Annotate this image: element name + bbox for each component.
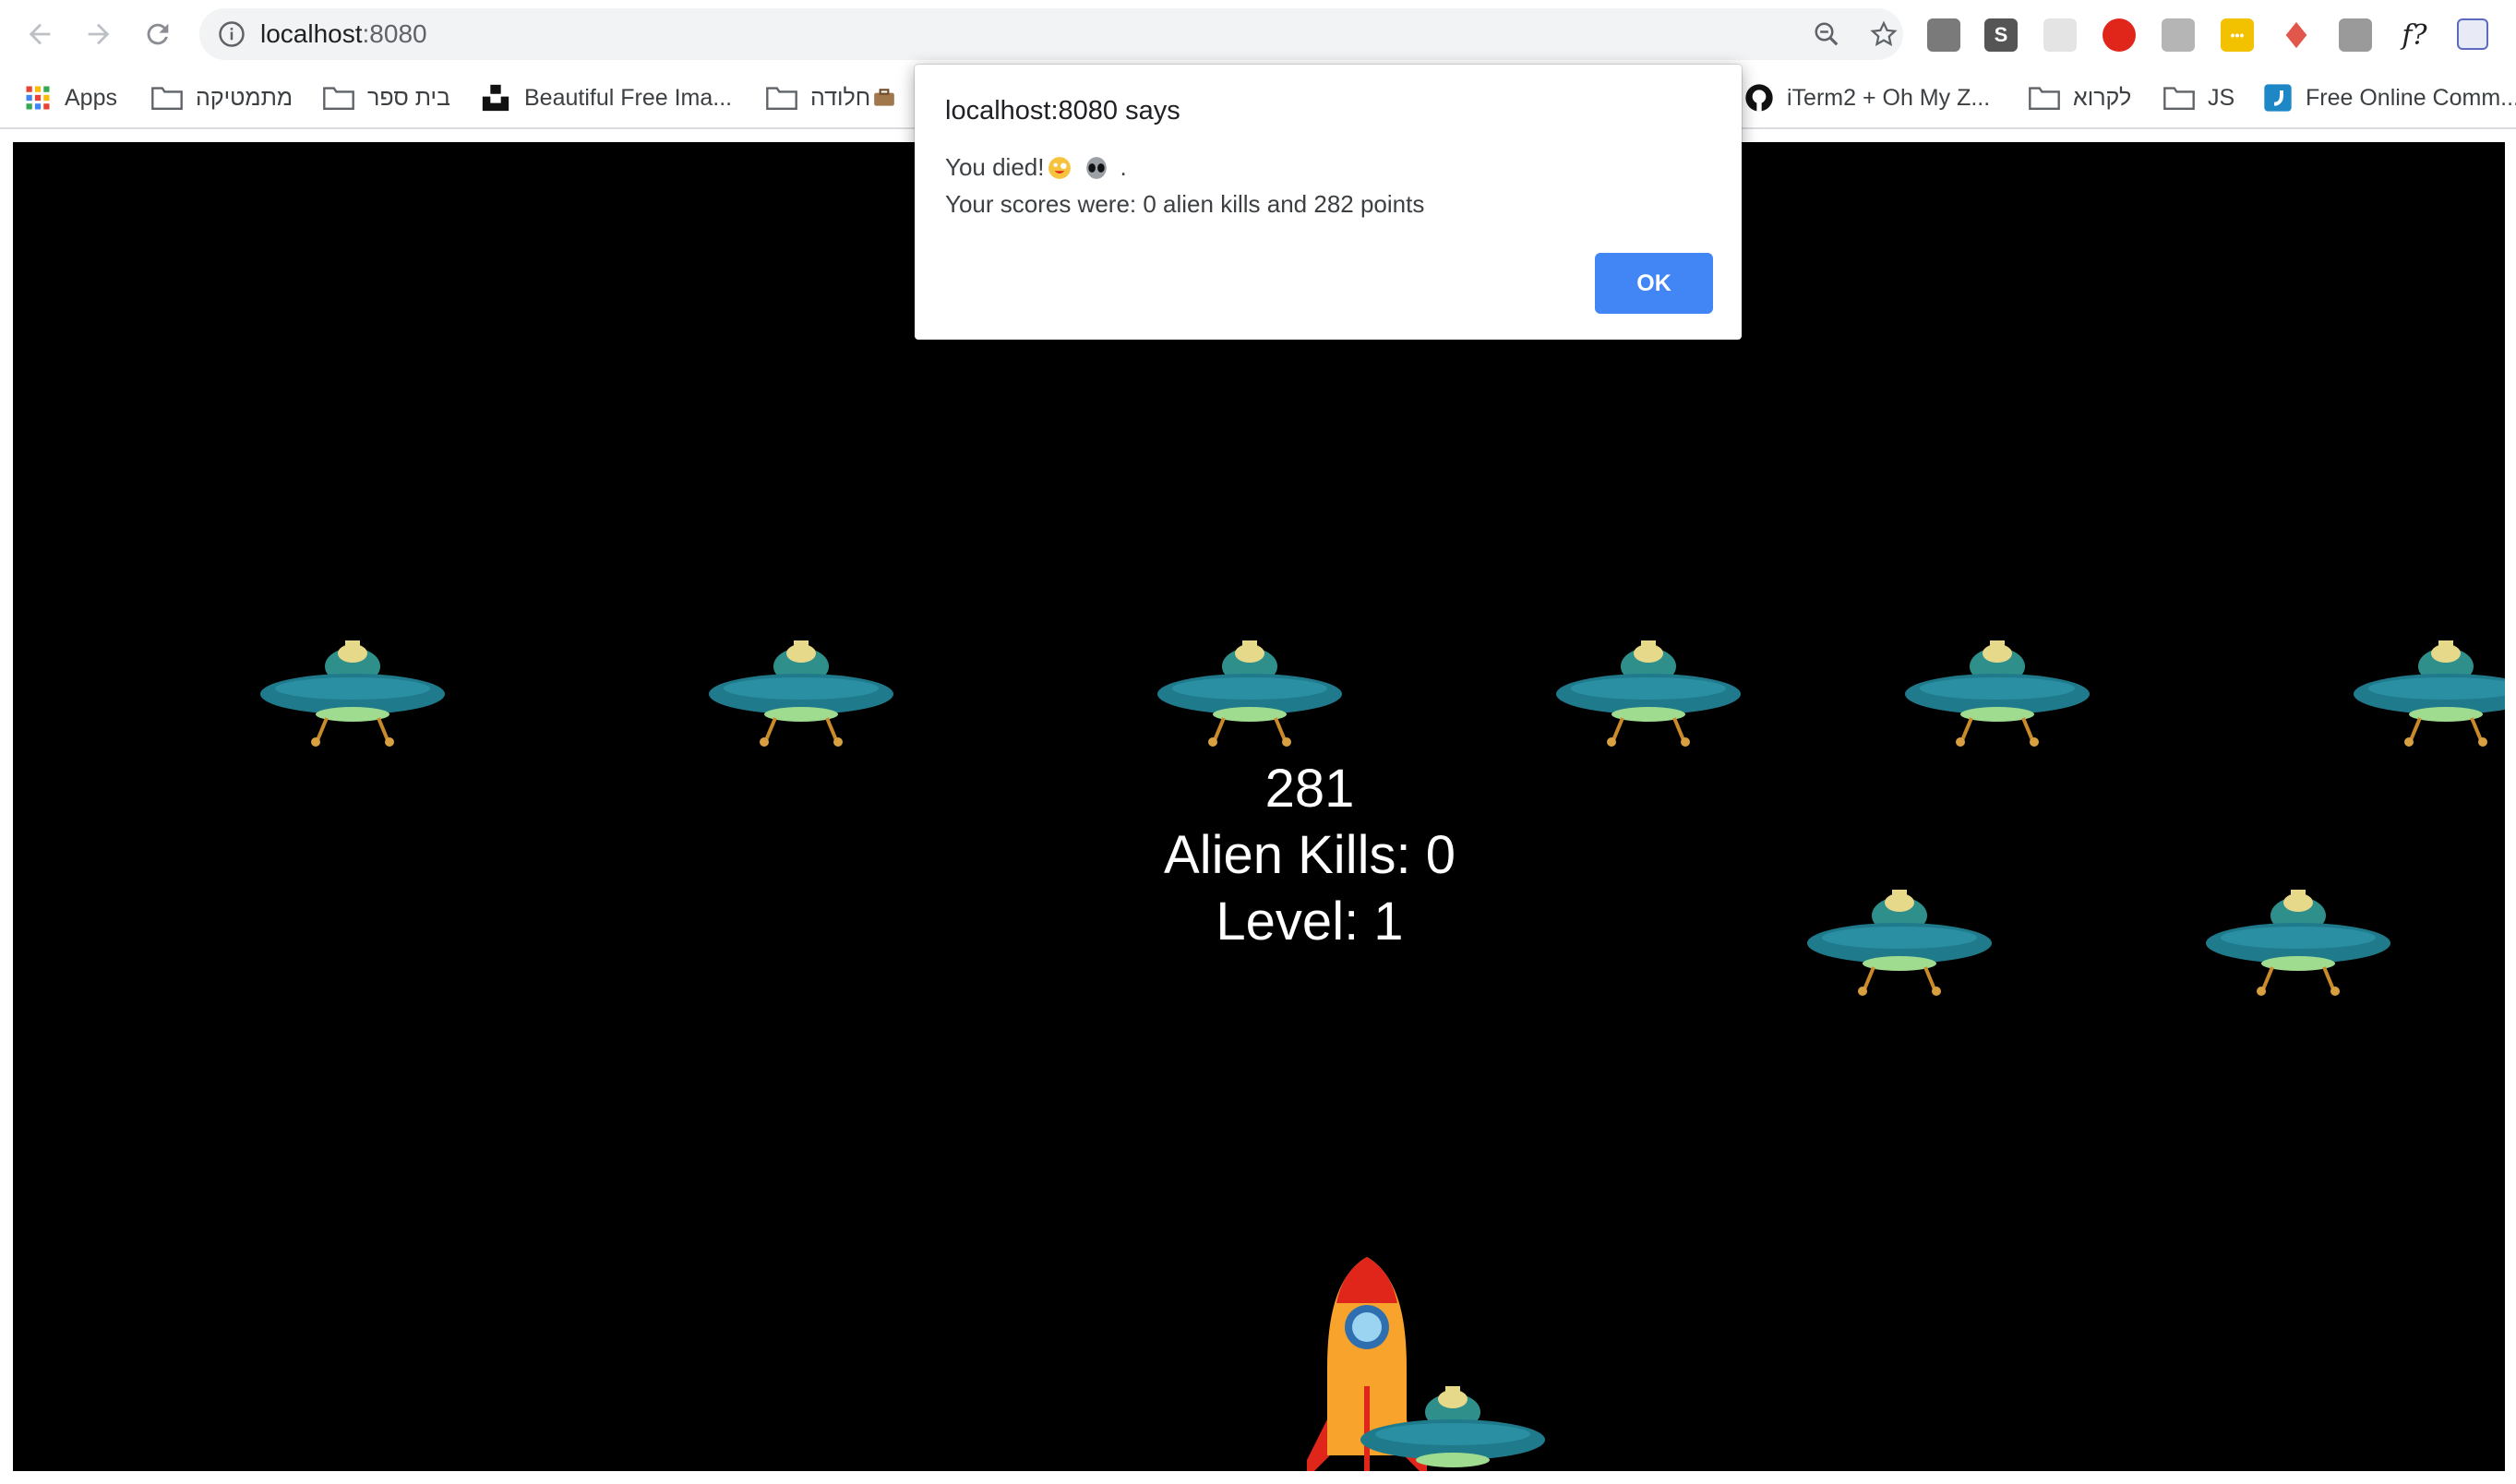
ok-button[interactable]: OK: [1595, 253, 1713, 314]
bookmark-label: Beautiful Free Ima...: [524, 84, 733, 111]
dialog-message: You died! .: [945, 153, 1127, 182]
bookmark-label: iTerm2 + Oh My Z...: [1787, 84, 1991, 111]
zany-face-emoji-icon: [1048, 156, 1072, 179]
free-online-site-icon: [2264, 84, 2292, 112]
back-button[interactable]: [17, 11, 63, 57]
zoom-icon[interactable]: [1813, 20, 1840, 48]
folder-icon: [766, 87, 797, 110]
level-text: Level: 1: [1216, 892, 1404, 951]
folder-icon: [2029, 87, 2060, 110]
alien-ufo-icon: [260, 640, 445, 747]
game-hud: 281 Alien Kills: 0 Level: 1: [1125, 756, 1494, 955]
alien-ufo-icon: [709, 640, 893, 747]
bookmark-label: לקרוא: [2073, 84, 2132, 111]
address-bar[interactable]: localhost:8080: [199, 8, 1903, 60]
forward-arrow-icon: [88, 23, 110, 45]
ublock-extension-icon[interactable]: [2103, 18, 2136, 52]
diamond-icon: [2285, 21, 2307, 49]
alien-ufo-icon: [1807, 890, 1992, 996]
alien-kills-text: Alien Kills: 0: [1164, 825, 1456, 885]
url-host: localhost: [260, 19, 363, 48]
bookmark-apps[interactable]: Apps: [24, 79, 117, 116]
yellow-extension-icon[interactable]: •••: [2221, 18, 2254, 52]
bookmark-folder-school[interactable]: בית ספר: [323, 79, 450, 116]
s-extension-icon[interactable]: S: [1984, 18, 2018, 52]
url-text[interactable]: localhost:8080: [260, 19, 427, 49]
folder-icon: [323, 87, 354, 110]
bookmark-star-icon[interactable]: [1870, 20, 1898, 48]
back-arrow-icon: [29, 23, 51, 45]
bookmark-free-online[interactable]: Free Online Comm...: [2263, 79, 2516, 116]
diamond-extension-icon[interactable]: [2280, 18, 2313, 52]
folder-icon: [2163, 87, 2195, 110]
score-text: 281: [1264, 759, 1355, 819]
dialog-message-text: You died!: [945, 153, 1045, 181]
reload-icon: [147, 23, 169, 45]
bookmark-folder-reading[interactable]: לקרוא: [2029, 79, 2131, 116]
grammar-extension-icon[interactable]: [2162, 18, 2195, 52]
game-canvas[interactable]: 281 Alien Kills: 0 Level: 1: [13, 142, 2505, 1471]
briefcase-icon: [874, 89, 894, 106]
dialog-scores-text: Your scores were: 0 alien kills and 282 …: [945, 190, 1425, 218]
browser-toolbar: localhost:8080 S ••• f?: [0, 0, 2516, 68]
alien-ufo-icon: [1157, 640, 1342, 747]
alien-ufo-icon: [2206, 890, 2390, 996]
bookmark-label: Free Online Comm...: [2306, 84, 2516, 111]
unsplash-icon: [482, 84, 509, 112]
info-icon[interactable]: [218, 20, 246, 48]
alien-emoji-icon: [1086, 156, 1108, 179]
folder-icon: [151, 87, 183, 110]
bookmark-label: חלודה: [810, 84, 871, 111]
url-port: :8080: [362, 19, 427, 48]
apps-grid-icon: [26, 86, 50, 110]
gray-extension-icon[interactable]: [2339, 18, 2372, 52]
bookmark-folder-holeda[interactable]: חלודה: [766, 79, 896, 116]
bookmark-unsplash[interactable]: Beautiful Free Ima...: [480, 79, 732, 116]
bookmark-label: בית ספר: [367, 84, 450, 111]
formula-extension-icon[interactable]: f?: [2398, 18, 2431, 52]
bookmark-label: Apps: [65, 84, 117, 111]
bookmark-folder-math[interactable]: מתמטיקה: [151, 79, 293, 116]
github-icon: [1745, 84, 1773, 112]
reload-button[interactable]: [135, 11, 181, 57]
code-extension-icon[interactable]: [2457, 18, 2488, 50]
bookmark-iterm[interactable]: iTerm2 + Oh My Z...: [1744, 79, 1990, 116]
react-devtools-extension-icon[interactable]: [2043, 18, 2077, 52]
bookmark-folder-js[interactable]: JS: [2163, 79, 2234, 116]
alert-dialog: localhost:8080 says You died! . Your sco…: [915, 65, 1742, 340]
bookmark-label: מתמטיקה: [196, 84, 294, 111]
alien-ufo-icon: [1556, 640, 1741, 747]
alien-ufo-icon: [1360, 1386, 1545, 1467]
tab-manager-extension-icon[interactable]: [1927, 18, 1960, 52]
alien-ufo-icon: [1905, 640, 2090, 747]
alien-ufo-icon: [2354, 640, 2505, 747]
bookmark-label: JS: [2208, 84, 2235, 111]
dialog-message-end: .: [1120, 153, 1127, 181]
dialog-title: localhost:8080 says: [945, 96, 1180, 126]
forward-button[interactable]: [76, 11, 122, 57]
